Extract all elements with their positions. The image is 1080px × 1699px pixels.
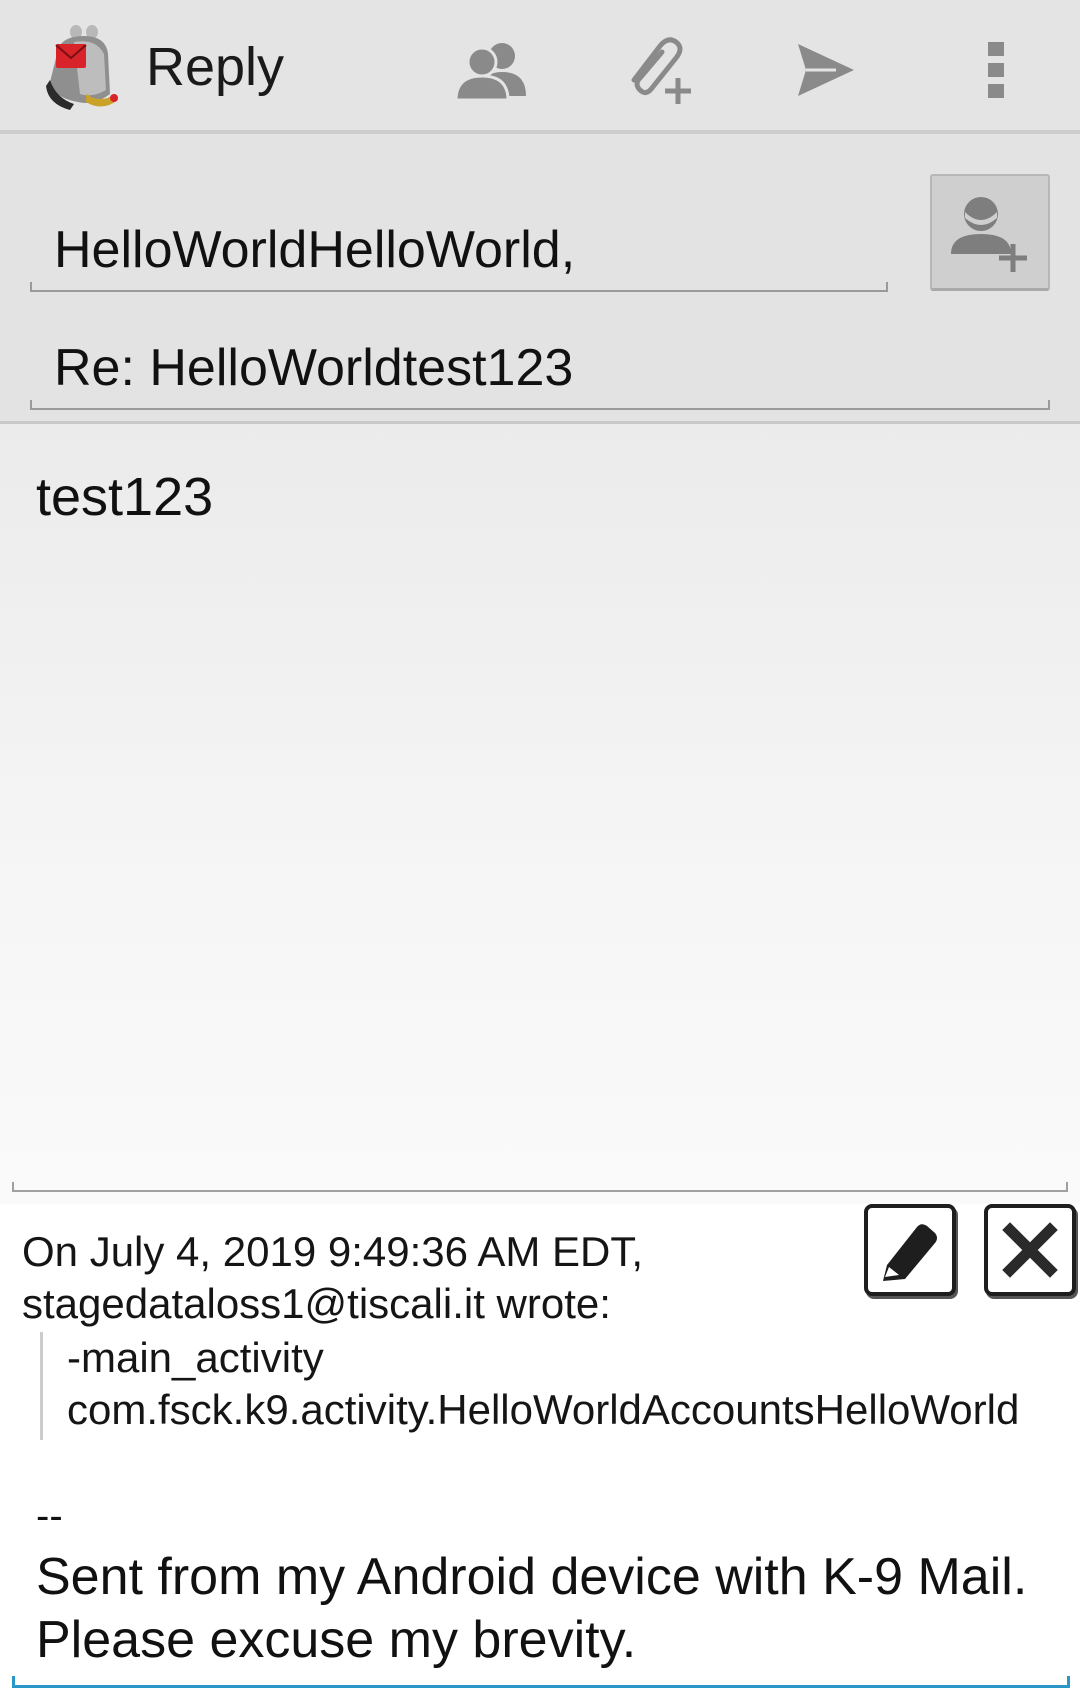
subject-field[interactable]: Re: HelloWorldtest123 [30,324,1050,410]
to-field-value: HelloWorldHelloWorld, [54,221,576,279]
attachment-add-icon [631,37,691,104]
remove-quoted-text-button[interactable] [984,1204,1076,1296]
quoted-text-line1: -main_activity [67,1334,324,1381]
signature-text: Sent from my Android device with K-9 Mai… [36,1548,1028,1669]
k9-mail-dog-icon[interactable] [44,24,124,110]
send-icon [798,44,854,96]
add-attachment-button[interactable] [612,24,704,116]
contacts-button[interactable] [446,24,538,116]
quote-attribution: On July 4, 2019 9:49:36 AM EDT, stagedat… [22,1226,862,1330]
screen-title: Reply [146,37,285,97]
quoted-text-block[interactable]: -main_activity com.fsck.k9.activity.Hell… [40,1332,1080,1440]
to-field[interactable]: HelloWorldHelloWorld, [30,206,888,292]
add-recipient-button[interactable] [930,174,1050,291]
contacts-icon [456,43,526,100]
pencil-icon [883,1224,937,1281]
signature-separator: -- [36,1494,63,1538]
message-body-text: test123 [36,467,214,527]
quote-attribution-line2: stagedataloss1@tiscali.it wrote: [22,1280,611,1327]
quote-attribution-line1: On July 4, 2019 9:49:36 AM EDT, [22,1228,644,1275]
message-header: HelloWorldHelloWorld, Re: HelloWorldtest… [0,134,1080,424]
send-button[interactable] [780,24,872,116]
close-icon [1002,1222,1058,1278]
overflow-menu-button[interactable] [950,24,1042,116]
add-contact-icon [951,197,1027,272]
message-body-area: test123 [0,424,1080,1204]
overflow-menu-icon [988,42,1004,98]
edit-quoted-text-button[interactable] [864,1204,956,1296]
action-bar: Reply [0,0,1080,134]
subject-field-value: Re: HelloWorldtest123 [54,339,574,397]
signature-field[interactable]: -- Sent from my Android device with K-9 … [12,1470,1070,1688]
message-body-input[interactable]: test123 [12,424,1068,1192]
quoted-text-line2: com.fsck.k9.activity.HelloWorldAccountsH… [67,1386,1020,1433]
